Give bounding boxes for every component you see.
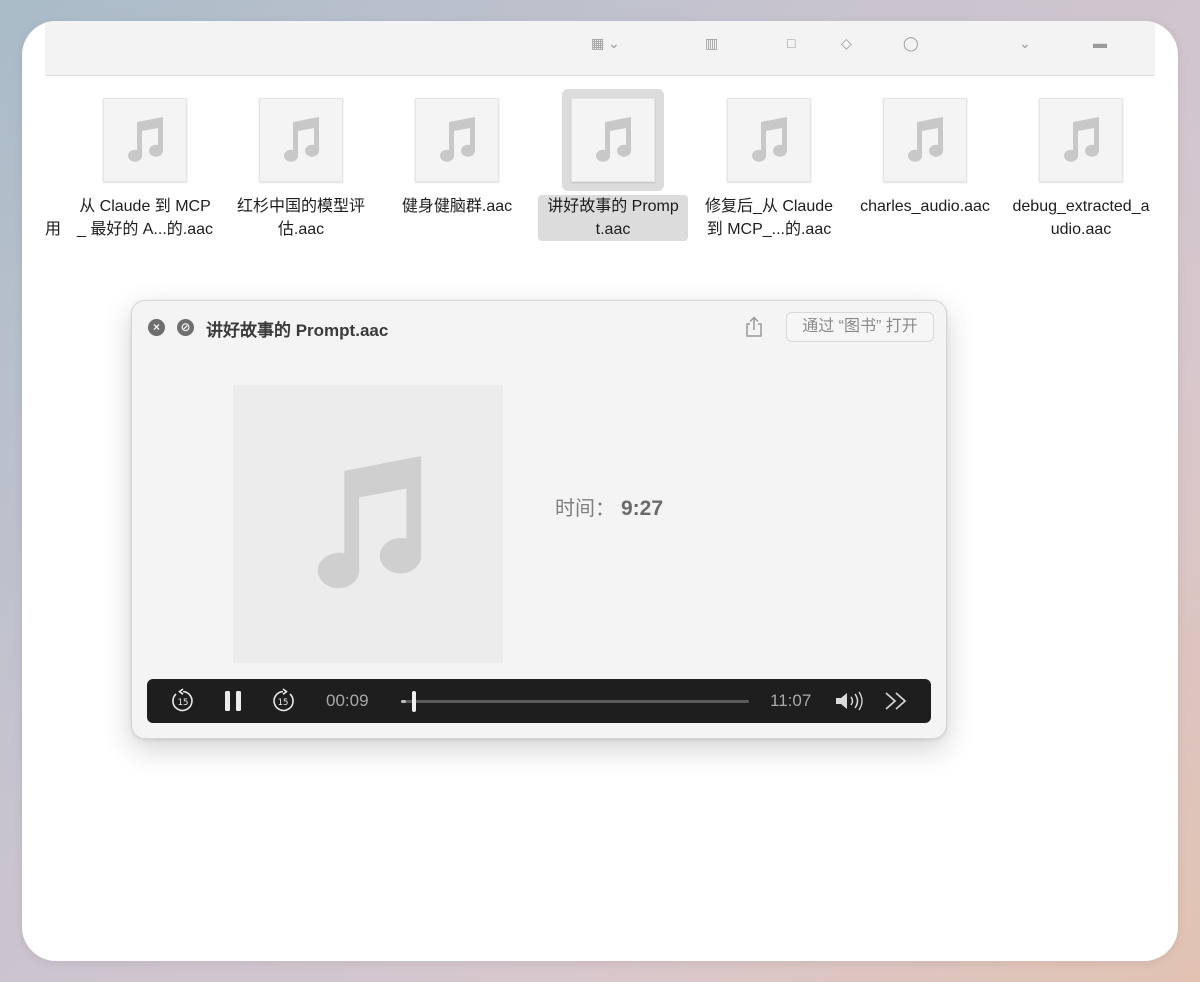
close-icon[interactable]: × — [148, 319, 165, 336]
file-item[interactable]: 健身健脑群.aac — [377, 89, 537, 218]
tag-icon[interactable]: ◇ — [841, 35, 852, 51]
audio-file-icon — [727, 98, 811, 182]
skip-forward-15-icon[interactable]: 15 — [269, 679, 297, 723]
file-name: debug_extracted_audio.aac — [1012, 198, 1150, 238]
fullscreen-icon[interactable]: ⊘ — [177, 319, 194, 336]
file-name: 健身健脑群.aac — [401, 198, 513, 215]
progress-slider[interactable] — [401, 691, 749, 712]
more-icon[interactable]: ◯ — [903, 35, 919, 51]
volume-icon[interactable] — [833, 679, 865, 723]
quick-look-title: 讲好故事的 Prompt.aac — [206, 321, 389, 340]
file-name: charles_audio.aac — [860, 198, 990, 215]
pause-icon[interactable] — [221, 679, 245, 723]
duration-label: 时间： — [555, 498, 615, 520]
file-item[interactable]: charles_audio.aac — [845, 89, 1005, 218]
svg-text:15: 15 — [278, 698, 289, 708]
group-icon[interactable]: ▥ — [705, 35, 718, 51]
current-time: 00:09 — [326, 691, 369, 710]
fast-forward-icon[interactable] — [883, 679, 909, 723]
finder-toolbar: ▦ ⌄ ▥ □ ◇ ◯ ⌄ ▬ — [45, 21, 1155, 76]
share-icon[interactable]: □ — [787, 35, 795, 51]
audio-file-icon — [103, 98, 187, 182]
progress-fill — [401, 700, 406, 703]
open-with-books-button[interactable]: 通过 “图书” 打开 — [786, 312, 934, 342]
album-artwork — [233, 385, 503, 663]
audio-file-icon — [259, 98, 343, 182]
quick-look-panel: × ⊘ 讲好故事的 Prompt.aac 通过 “图书” 打开 时间： 9:27 … — [131, 300, 947, 739]
file-grid: 用 从 Claude 到 MCP_ 最好的 A...的.aac 红杉中国的模型评… — [22, 89, 1178, 249]
file-name: 修复后_从 Claude 到 MCP_...的.aac — [704, 198, 834, 238]
file-name: 红杉中国的模型评估.aac — [236, 198, 365, 238]
music-note-icon — [317, 456, 422, 589]
audio-file-icon — [571, 98, 655, 182]
file-item[interactable]: debug_extracted_audio.aac — [1001, 89, 1161, 241]
share-icon[interactable] — [744, 316, 764, 338]
duration-info: 时间： 9:27 — [555, 492, 663, 521]
file-item[interactable]: 从 Claude 到 MCP_ 最好的 A...的.aac — [65, 89, 225, 241]
finder-window: ▦ ⌄ ▥ □ ◇ ◯ ⌄ ▬ 用 从 Claude 到 MCP_ 最好的 A.… — [22, 21, 1178, 961]
truncated-file-label: 用 — [45, 221, 62, 238]
file-name: 讲好故事的 Prompt.aac — [538, 195, 688, 241]
svg-text:15: 15 — [178, 698, 189, 708]
total-time: 11:07 — [770, 691, 812, 710]
audio-file-icon — [1039, 98, 1123, 182]
progress-handle[interactable] — [412, 691, 416, 712]
file-item[interactable]: 红杉中国的模型评估.aac — [221, 89, 381, 241]
chevron-down-icon[interactable]: ⌄ — [1019, 35, 1031, 51]
file-item-selected[interactable]: 讲好故事的 Prompt.aac — [533, 89, 693, 241]
file-item[interactable]: 修复后_从 Claude 到 MCP_...的.aac — [689, 89, 849, 241]
audio-file-icon — [883, 98, 967, 182]
view-grid-icon[interactable]: ▦ ⌄ — [591, 35, 620, 51]
file-name: 从 Claude 到 MCP_ 最好的 A...的.aac — [76, 198, 214, 238]
duration-value: 9:27 — [621, 497, 664, 520]
audio-player-controls: 15 15 00:09 11:07 — [147, 679, 931, 723]
search-icon[interactable]: ▬ — [1093, 35, 1107, 51]
skip-back-15-icon[interactable]: 15 — [169, 679, 197, 723]
audio-file-icon — [415, 98, 499, 182]
